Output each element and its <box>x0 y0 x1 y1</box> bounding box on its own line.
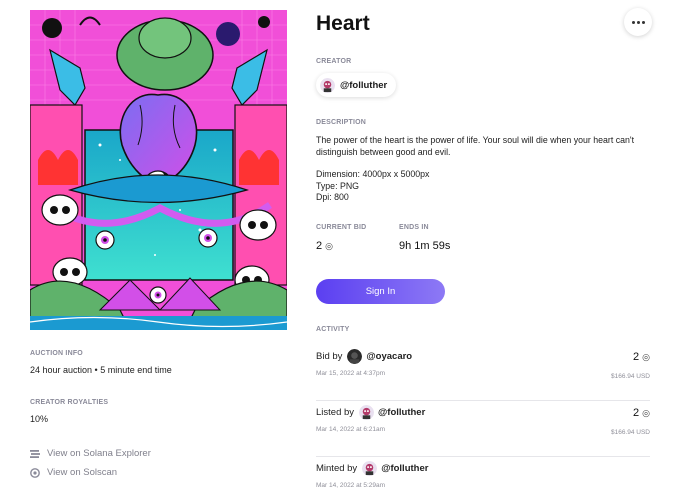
more-horizontal-icon-dot <box>636 20 640 24</box>
more-horizontal-icon-dot <box>631 20 635 24</box>
activity-amount-value: 2 <box>633 407 640 419</box>
current-bid-amount: 2 <box>316 240 323 252</box>
description-dpi: Dpi: 800 <box>316 192 349 202</box>
creator-handle: @folluther <box>340 79 388 91</box>
royalties-value: 10% <box>30 414 49 424</box>
user-avatar <box>362 461 378 476</box>
activity-date: Mar 14, 2022 at 6:21am <box>316 426 386 433</box>
activity-item: Listed by @folluther Mar 14, 2022 at 6:2… <box>316 401 650 457</box>
activity-item: Minted by @folluther Mar 14, 2022 at 5:2… <box>316 457 650 496</box>
activity-amount: 2 ◎ <box>633 351 650 363</box>
current-bid-value: 2 ◎ <box>316 240 333 252</box>
royalties-block: CREATOR ROYALTIES 10% <box>30 399 287 424</box>
description-text: The power of the heart is the power of l… <box>316 135 635 157</box>
activity-list: Bid by @oyacaro Mar 15, 2022 at 4:37pm 2… <box>316 345 650 496</box>
activity-main: Bid by @oyacaro <box>316 349 412 364</box>
activity-usd: $166.94 USD <box>610 429 650 436</box>
activity-usd: $166.94 USD <box>610 373 650 380</box>
nft-title: Heart <box>316 12 370 35</box>
nft-artwork[interactable] <box>30 10 287 330</box>
solana-explorer-link[interactable]: View on Solana Explorer <box>30 448 287 459</box>
activity-label: ACTIVITY <box>316 326 350 333</box>
sol-currency-icon: ◎ <box>642 351 650 362</box>
activity-amount: 2 ◎ <box>633 407 650 419</box>
description-label: DESCRIPTION <box>316 119 367 126</box>
auction-info-value: 24 hour auction • 5 minute end time <box>30 365 172 375</box>
solscan-icon <box>30 467 40 478</box>
description-dimension: Dimension: 4000px x 5000px <box>316 169 430 179</box>
activity-amount-value: 2 <box>633 351 640 363</box>
ends-in-value: 9h 1m 59s <box>399 240 451 252</box>
creator-avatar <box>320 77 335 93</box>
auction-info-block: AUCTION INFO 24 hour auction • 5 minute … <box>30 350 287 375</box>
solana-icon <box>30 449 40 459</box>
activity-item: Bid by @oyacaro Mar 15, 2022 at 4:37pm 2… <box>316 345 650 401</box>
activity-date: Mar 15, 2022 at 4:37pm <box>316 370 386 377</box>
activity-user: @oyacaro <box>366 351 413 362</box>
sign-in-button[interactable]: Sign In <box>316 279 445 304</box>
ends-in-label: ENDS IN <box>399 224 429 231</box>
activity-action: Minted by <box>316 463 358 474</box>
activity-action: Bid by <box>316 351 343 362</box>
activity-user-link[interactable]: @folluther <box>362 461 428 476</box>
activity-action: Listed by <box>316 407 355 418</box>
sol-currency-icon: ◎ <box>642 407 650 418</box>
activity-main: Minted by @folluther <box>316 461 428 476</box>
description-type: Type: PNG <box>316 180 360 191</box>
creator-chip[interactable]: @folluther <box>316 73 397 97</box>
auction-meta: AUCTION INFO 24 hour auction • 5 minute … <box>30 350 287 478</box>
activity-user-link[interactable]: @oyacaro <box>347 349 412 364</box>
current-bid-label: CURRENT BID <box>316 224 367 231</box>
more-horizontal-icon-dot <box>641 20 645 24</box>
activity-date: Mar 14, 2022 at 5:29am <box>316 482 386 489</box>
solscan-link[interactable]: View on Solscan <box>30 467 287 478</box>
activity-user: @folluther <box>381 463 429 474</box>
sol-currency-icon: ◎ <box>325 240 333 251</box>
user-avatar <box>359 405 375 420</box>
solana-explorer-label: View on Solana Explorer <box>47 448 151 459</box>
user-avatar <box>347 349 363 364</box>
creator-label: CREATOR <box>316 58 352 65</box>
auction-info-label: AUCTION INFO <box>30 350 83 357</box>
nft-artwork-image <box>30 10 287 330</box>
solscan-label: View on Solscan <box>47 467 118 478</box>
activity-user: @folluther <box>378 407 426 418</box>
royalties-label: CREATOR ROYALTIES <box>30 399 109 406</box>
more-options-button[interactable] <box>624 8 652 36</box>
description-body: The power of the heart is the power of l… <box>316 135 646 204</box>
activity-user-link[interactable]: @folluther <box>359 405 425 420</box>
activity-main: Listed by @folluther <box>316 405 425 420</box>
